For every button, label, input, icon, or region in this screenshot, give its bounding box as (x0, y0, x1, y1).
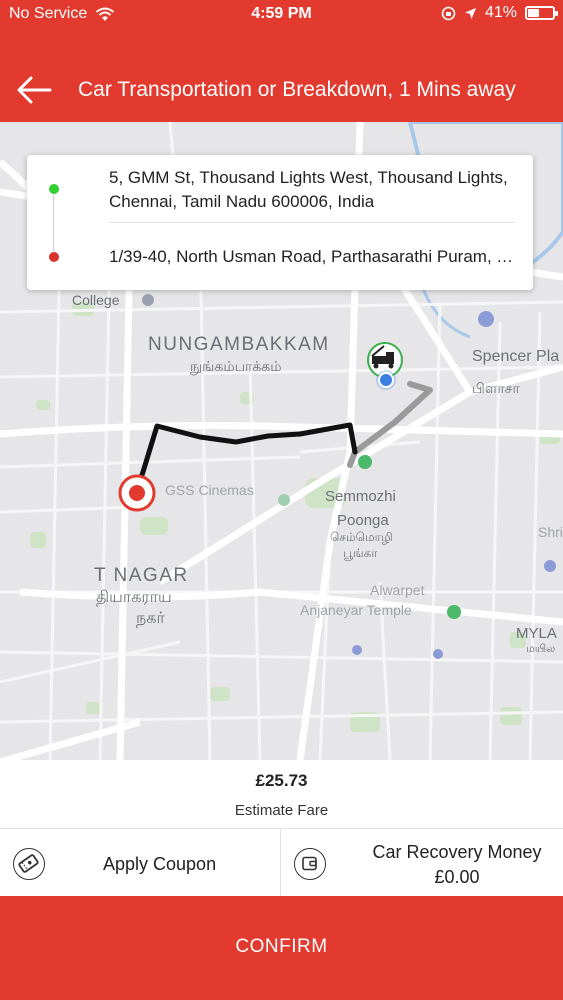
car-recovery-money-button[interactable]: Car Recovery Money £0.00 (281, 829, 563, 897)
wallet-icon (294, 848, 326, 880)
location-arrow-icon (464, 7, 476, 19)
address-card: 5, GMM St, Thousand Lights West, Thousan… (27, 155, 533, 290)
map-label-t-nagar-ta-2: நகர் (136, 610, 165, 627)
status-bar: No Service 4:59 PM 41% (0, 0, 563, 30)
pickup-address[interactable]: 5, GMM St, Thousand Lights West, Thousan… (109, 166, 514, 214)
address-divider (109, 222, 515, 223)
fare-section: £25.73 Estimate Fare (0, 760, 563, 828)
map-label-nungambakkam-ta: நுங்கம்பாக்கம் (190, 358, 282, 374)
fare-amount: £25.73 (255, 771, 308, 790)
payment-options: Apply Coupon Car Recovery Money £0.00 (0, 828, 563, 897)
arrow-left-icon (17, 76, 52, 104)
map-label-college: College (72, 292, 120, 308)
map-label-shri: Shri (538, 524, 563, 540)
map-label-poonga-ta: பூங்கா (343, 546, 378, 560)
route-connector (53, 195, 54, 251)
map-label-t-nagar-ta-1: தியாகராய (96, 589, 172, 606)
map-label-semmozhi-ta: செம்மொழி (330, 530, 393, 544)
battery-level (528, 9, 539, 17)
status-right: 41% (441, 4, 558, 22)
map-label-anjaneyar: Anjaneyar Temple (300, 602, 412, 618)
map-label-gss: GSS Cinemas (165, 482, 254, 498)
map-label-spencer-ta: பிளாசா (472, 380, 520, 396)
orientation-lock-icon (441, 6, 456, 20)
map-parks (30, 302, 560, 732)
map-label-mylapore: MYLA (516, 625, 557, 642)
map-label-mylapore-ta: மயில (526, 643, 556, 655)
drop-address[interactable]: 1/39-40, North Usman Road, Parthasarathi… (109, 245, 519, 269)
wallet-label: Car Recovery Money (372, 842, 542, 862)
drop-dot-icon (49, 252, 59, 262)
map-label-t-nagar: T NAGAR (94, 565, 189, 586)
header: No Service 4:59 PM 41% Car Transportatio… (0, 0, 563, 122)
apply-coupon-button[interactable]: Apply Coupon (0, 829, 280, 897)
app-bar: Car Transportation or Breakdown, 1 Mins … (0, 60, 563, 120)
coupon-icon (13, 848, 45, 880)
pickup-dot-icon (49, 184, 59, 194)
map-label-spencer: Spencer Pla (472, 348, 560, 365)
map-label-alwarpet: Alwarpet (370, 582, 425, 598)
battery-icon (525, 6, 558, 20)
destination-pin-icon (118, 474, 156, 512)
map-label-nungambakkam: NUNGAMBAKKAM (148, 334, 330, 355)
apply-coupon-label: Apply Coupon (103, 854, 217, 874)
tow-truck-icon (367, 342, 403, 390)
map-label-semmozhi: Semmozhi (325, 488, 396, 505)
map-label-poonga: Poonga (337, 512, 389, 529)
fare-label: Estimate Fare (234, 802, 329, 819)
confirm-button[interactable]: CONFIRM (0, 896, 563, 1000)
battery-percent: 41% (484, 4, 517, 21)
wallet-amount: £0.00 (434, 867, 480, 887)
page-title: Car Transportation or Breakdown, 1 Mins … (78, 78, 516, 101)
back-button[interactable] (14, 72, 54, 108)
